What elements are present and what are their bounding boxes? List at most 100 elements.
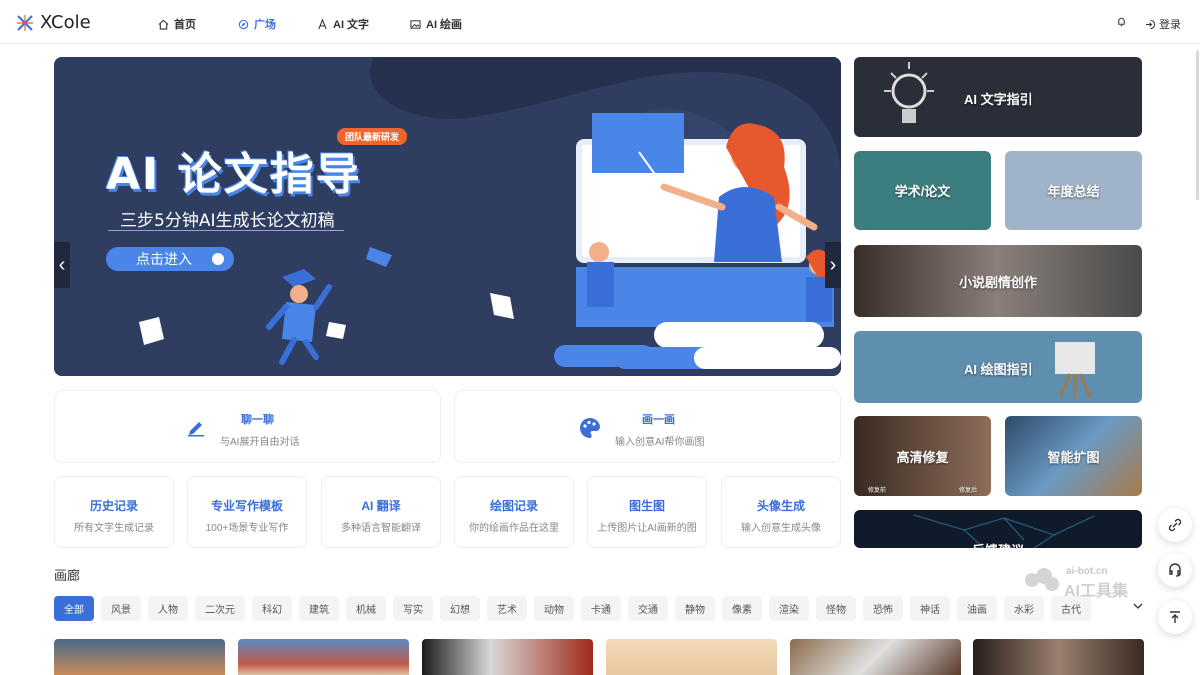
logo[interactable]: XCole [16,12,91,33]
feature-history[interactable]: 历史记录 所有文字生成记录 [54,476,174,548]
tag-item[interactable]: 机械 [346,596,386,621]
login-label: 登录 [1159,19,1181,31]
feature-draw[interactable]: 画一画 输入创意AI帮你画图 [454,390,841,463]
feature-avatar-desc: 输入创意生成头像 [741,523,821,534]
pencil-icon [188,422,204,437]
feature-img2img-title: 图生图 [628,499,665,513]
text-icon [318,18,327,29]
feature-chat-title: 聊一聊 [241,414,274,426]
card-ai-draw-guide-label: AI 绘图指引 [964,362,1033,377]
hd-restore-after-caption: 修复后 [958,488,977,494]
gallery-thumb[interactable] [790,639,961,675]
tag-all[interactable]: 全部 [54,596,94,621]
feature-avatar-title: 头像生成 [756,499,805,513]
tag-item[interactable]: 动物 [534,596,574,621]
palette-icon [580,418,600,438]
feature-draw-desc: 输入创意AI帮你画图 [615,437,705,448]
card-academic[interactable]: 学术/论文 [854,151,991,230]
feature-draw-history-title: 绘图记录 [489,499,538,513]
feature-chat[interactable]: 聊一聊 与AI展开自由对话 [54,390,441,463]
logo-text: XCole [40,12,91,33]
tag-item[interactable]: 人物 [148,596,188,621]
card-hd-restore-label: 高清修复 [896,449,949,465]
feature-draw-history[interactable]: 绘图记录 你的绘画作品在这里 [454,476,574,548]
customer-service-button[interactable] [1158,553,1192,587]
banner-divider [108,230,344,231]
gallery-thumb[interactable] [54,639,225,675]
tag-item[interactable]: 渲染 [769,596,809,621]
gallery-tag-list: 全部 风景 人物 二次元 科幻 建筑 机械 写实 幻想 艺术 动物 卡通 交通 … [54,596,1091,621]
card-annual-summary[interactable]: 年度总结 [1005,151,1142,230]
tag-item[interactable]: 水彩 [1004,596,1044,621]
nav-ai-draw-label: AI 绘画 [426,19,463,31]
tag-item[interactable]: 二次元 [195,596,245,621]
tag-item[interactable]: 建筑 [299,596,339,621]
card-feedback[interactable]: 反馈建议 [854,510,1142,548]
tag-item[interactable]: 艺术 [487,596,527,621]
feature-translate-title: AI 翻译 [361,499,401,513]
feature-draw-history-desc: 你的绘画作品在这里 [469,523,559,534]
watermark-logo-icon [1025,568,1059,591]
nav-home[interactable]: 首页 [158,16,196,32]
chevron-right-icon: › [829,253,837,276]
feature-chat-desc: 与AI展开自由对话 [220,437,300,448]
feature-templates[interactable]: 专业写作模板 100+场景专业写作 [187,476,307,548]
lightbulb-icon [884,62,934,123]
tag-item[interactable]: 油画 [957,596,997,621]
arrow-up-icon [1170,611,1180,623]
image-icon [410,19,421,29]
chevron-down-icon[interactable] [1132,600,1144,612]
banner-next-button[interactable]: › [825,242,841,288]
gallery-thumb[interactable] [238,639,409,675]
gallery-thumb[interactable] [973,639,1144,675]
notification-button[interactable] [1116,16,1127,27]
tag-item[interactable]: 风景 [101,596,141,621]
feature-translate[interactable]: AI 翻译 多种语言智能翻译 [321,476,441,548]
nav-plaza-label: 广场 [254,19,276,31]
tag-item[interactable]: 写实 [393,596,433,621]
logo-icon [17,14,33,31]
banner-enter-button[interactable]: 点击进入 [106,247,234,271]
tag-item[interactable]: 幻想 [440,596,480,621]
share-link-button[interactable] [1158,508,1192,542]
page-scrollbar[interactable] [1194,44,1200,675]
feature-avatar[interactable]: 头像生成 输入创意生成头像 [721,476,841,548]
tag-item[interactable]: 科幻 [252,596,292,621]
link-icon [1168,518,1182,532]
bell-icon [1118,17,1125,27]
tag-item[interactable]: 像素 [722,596,762,621]
gallery-title: 画廊 [54,568,81,583]
tag-item[interactable]: 恐怖 [863,596,903,621]
tag-item[interactable]: 神话 [910,596,950,621]
login-button[interactable]: 登录 [1145,16,1181,32]
nav-ai-text-label: AI 文字 [333,19,370,31]
card-ai-text-guide[interactable]: AI 文字指引 [854,57,1142,137]
card-ai-draw-guide[interactable]: AI 绘图指引 [854,331,1142,403]
nav-ai-draw[interactable]: AI 绘画 [410,16,462,32]
tag-item[interactable]: 交通 [628,596,668,621]
nav-plaza[interactable]: 广场 [238,16,276,32]
card-hd-restore[interactable]: 高清修复 修复前 修复后 [854,416,991,496]
banner-subtitle: 三步5分钟AI生成长论文初稿 [120,211,335,231]
card-smart-expand[interactable]: 智能扩图 [1005,416,1142,496]
feature-img2img[interactable]: 图生图 上传图片让AI画新的图 [587,476,707,548]
back-to-top-button[interactable] [1158,600,1192,634]
feature-draw-title: 画一画 [642,414,675,426]
chevron-left-icon: ‹ [58,253,66,276]
gallery-thumb[interactable] [606,639,777,675]
card-novel[interactable]: 小说剧情创作 [854,245,1142,317]
feature-history-desc: 所有文字生成记录 [74,523,154,534]
card-novel-label: 小说剧情创作 [958,274,1037,290]
feature-translate-desc: 多种语言智能翻译 [341,523,421,534]
card-academic-label: 学术/论文 [894,184,951,199]
tag-item[interactable]: 卡通 [581,596,621,621]
tag-item[interactable]: 静物 [675,596,715,621]
feature-templates-desc: 100+场景专业写作 [205,523,289,534]
feature-templates-title: 专业写作模板 [210,499,283,513]
gallery-thumb[interactable] [422,639,593,675]
tag-item[interactable]: 怪物 [816,596,856,621]
nav-home-label: 首页 [174,19,196,31]
nav-ai-text[interactable]: AI 文字 [317,16,369,32]
banner-prev-button[interactable]: ‹ [54,242,70,288]
scrollbar-thumb[interactable] [1196,50,1199,200]
